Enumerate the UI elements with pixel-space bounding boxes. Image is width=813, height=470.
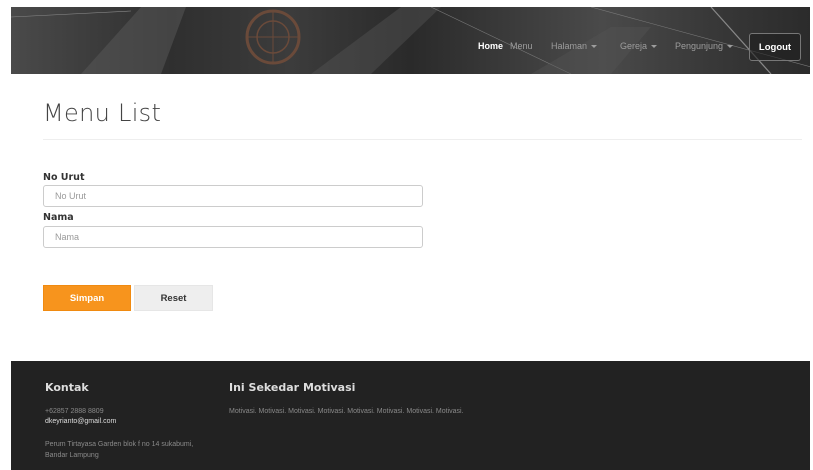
nav-pengunjung-label: Pengunjung [675, 41, 724, 51]
nav-pengunjung[interactable]: Pengunjung [675, 41, 734, 51]
nav-gereja-label: Gereja [620, 41, 648, 51]
nama-label: Nama [43, 212, 74, 223]
motivation-heading: Ini Sekedar Motivasi [229, 381, 356, 394]
contact-phone: +62857 2888 8809 [45, 408, 104, 415]
contact-address-line2: Bandar Lampung [45, 452, 99, 459]
nav-home[interactable]: Home [478, 41, 503, 51]
nav-halaman[interactable]: Halaman [551, 41, 598, 51]
title-divider [43, 139, 802, 140]
no-urut-label: No Urut [43, 172, 85, 183]
footer: Kontak +62857 2888 8809 dkeyrianto@gmail… [11, 361, 810, 470]
contact-heading: Kontak [45, 381, 89, 394]
contact-email[interactable]: dkeyrianto@gmail.com [45, 418, 116, 425]
contact-address-line1: Perum Tirtayasa Garden blok f no 14 suka… [45, 441, 194, 448]
chevron-down-icon [591, 45, 598, 49]
motivation-text: Motivasi. Motivasi. Motivasi. Motivasi. … [229, 408, 464, 415]
no-urut-input[interactable] [43, 185, 423, 207]
header-banner: Home Menu Halaman Gereja Pengunjung Logo… [11, 7, 810, 74]
nav-halaman-label: Halaman [551, 41, 588, 51]
reset-button[interactable]: Reset [134, 285, 213, 311]
logout-button[interactable]: Logout [749, 33, 801, 61]
nama-input[interactable] [43, 226, 423, 248]
simpan-button[interactable]: Simpan [43, 285, 131, 311]
nav-menu[interactable]: Menu [510, 41, 533, 51]
chevron-down-icon [651, 45, 658, 49]
nav-gereja[interactable]: Gereja [620, 41, 658, 51]
chevron-down-icon [727, 45, 734, 49]
page-title: Menu List [43, 99, 162, 127]
